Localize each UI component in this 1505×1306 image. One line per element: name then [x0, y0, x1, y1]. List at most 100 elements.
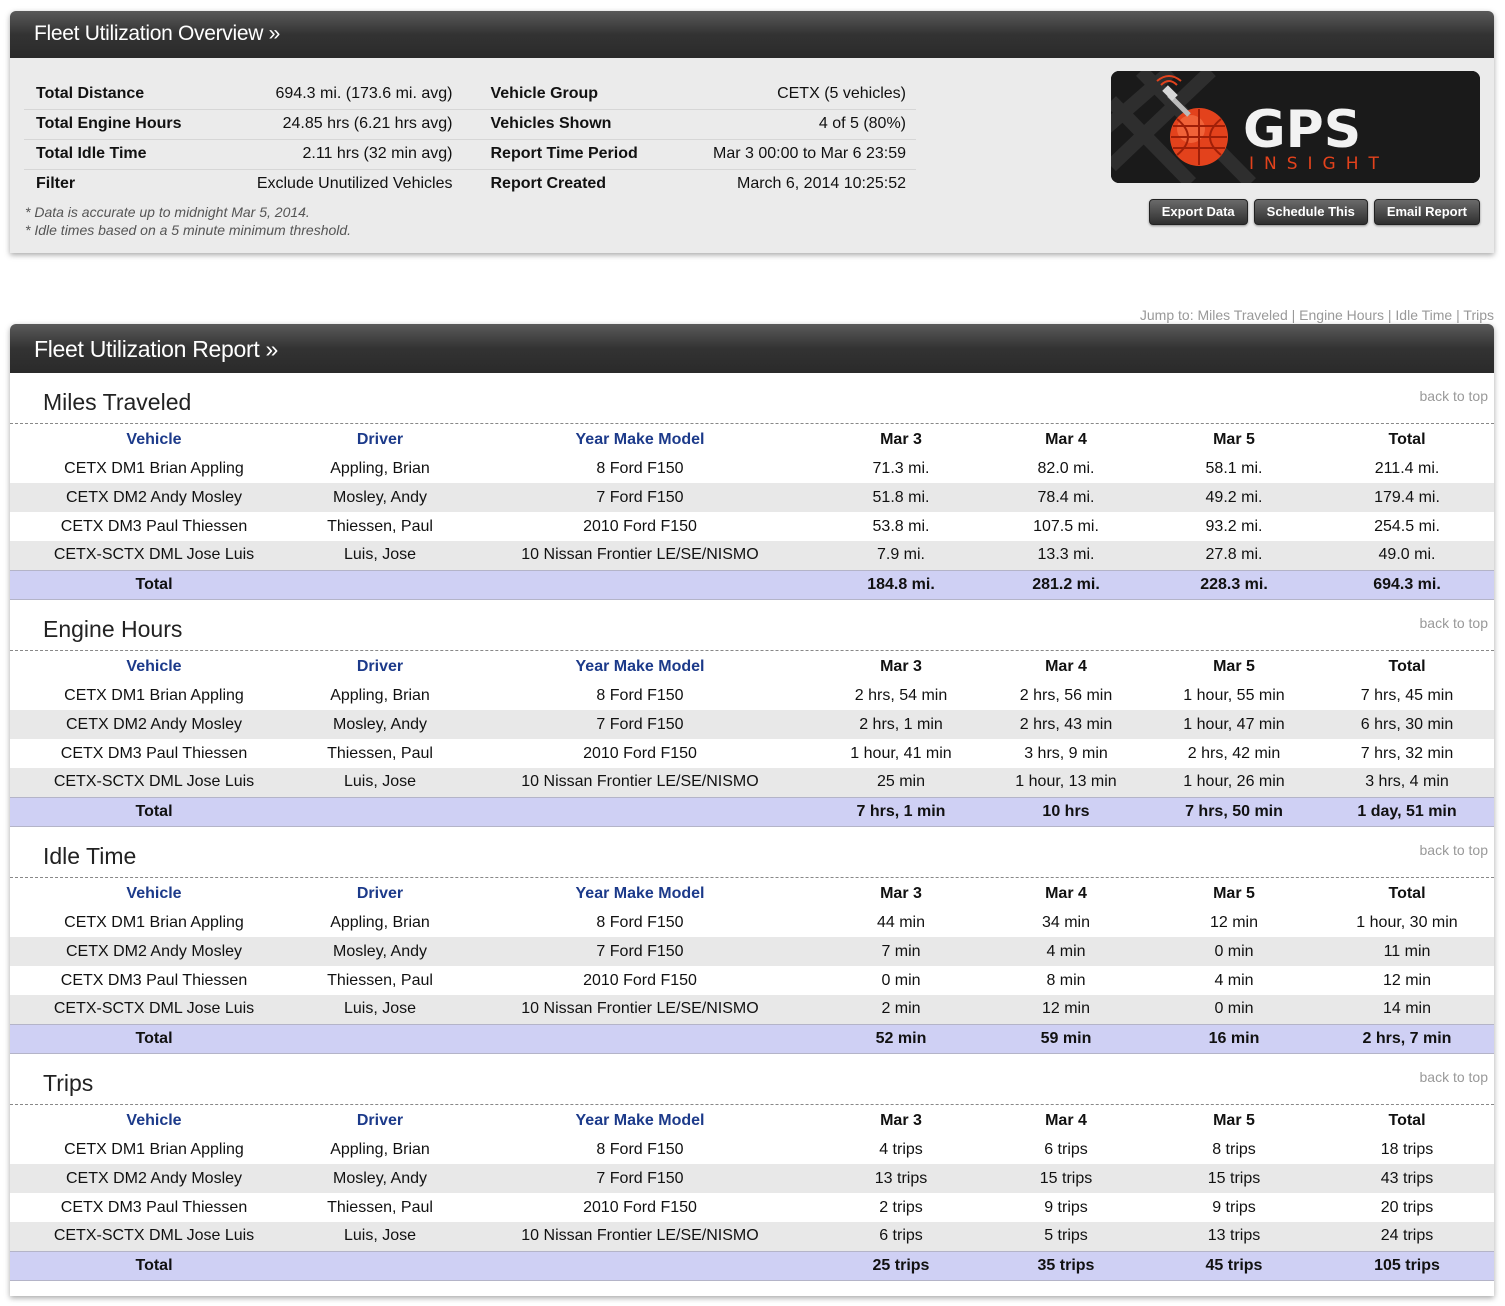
cell-vehicle: CETX-SCTX DML Jose Luis	[10, 995, 298, 1024]
stats-row: Total Idle Time 2.11 hrs (32 min avg) Repo…	[24, 139, 916, 170]
cell-model: 7 Ford F150	[462, 710, 818, 739]
table-row: CETX DM2 Andy Mosley Mosley, Andy 7 Ford F…	[10, 1164, 1494, 1193]
table-row: CETX DM1 Brian Appling Appling, Brian 8 Fo…	[10, 908, 1494, 937]
column-header: Mar 4	[1045, 430, 1087, 448]
column-header: Mar 3	[880, 1111, 922, 1129]
column-header[interactable]: Driver	[298, 425, 462, 454]
cell-value: 12 min	[1148, 908, 1320, 937]
table-row: CETX DM1 Brian Appling Appling, Brian 8 Fo…	[10, 681, 1494, 710]
email-report-button[interactable]: Email Report	[1373, 199, 1480, 225]
total-value: 694.3 mi.	[1320, 569, 1494, 600]
back-to-top-link[interactable]: back to top	[1420, 388, 1489, 404]
cell-model: 7 Ford F150	[462, 937, 818, 966]
column-header: Mar 4	[1045, 1111, 1087, 1129]
table-row: CETX-SCTX DML Jose Luis Luis, Jose 10 Niss…	[10, 541, 1494, 570]
report-section-miles-traveled: Miles Traveled back to top Vehicle Driver Ye…	[10, 373, 1494, 600]
cell-value: 9 trips	[984, 1193, 1148, 1222]
stats-row: Total Distance 694.3 mi. (173.6 mi. avg) V…	[24, 79, 916, 110]
total-label: Total	[10, 1250, 298, 1281]
jump-link-miles-traveled[interactable]: Miles Traveled	[1197, 307, 1287, 323]
column-header[interactable]: Year Make Model	[462, 652, 818, 681]
cell-value: 15 trips	[1148, 1164, 1320, 1193]
column-header[interactable]: Year Make Model	[462, 879, 818, 908]
cell-value: 13 trips	[818, 1164, 984, 1193]
total-value: 2 hrs, 7 min	[1320, 1023, 1494, 1054]
total-value: 281.2 mi.	[984, 569, 1148, 600]
stat-label: Filter	[36, 175, 76, 193]
stat-gap	[462, 169, 478, 199]
stat-label: Total Idle Time	[24, 139, 209, 170]
jump-link-engine-hours[interactable]: Engine Hours	[1299, 307, 1384, 323]
stat-gap	[462, 139, 479, 170]
total-empty	[298, 569, 462, 600]
stat-label: Report Created	[490, 175, 607, 193]
column-header: Total	[1388, 657, 1426, 675]
export-data-button[interactable]: Export Data	[1148, 199, 1248, 225]
column-header[interactable]: Driver	[298, 879, 462, 908]
cell-model: 2010 Ford F150	[462, 739, 818, 768]
back-to-top-link[interactable]: back to top	[1420, 615, 1489, 631]
stat-value: Exclude Unutilized Vehicles	[256, 175, 453, 193]
back-to-top-link[interactable]: back to top	[1420, 842, 1489, 858]
report-section-trips: Trips back to top Vehicle Driver Year Make M…	[10, 1054, 1494, 1281]
column-header[interactable]: Driver	[298, 1106, 462, 1135]
cell-value: 107.5 mi.	[984, 512, 1148, 541]
column-header: Mar 4	[1045, 657, 1087, 675]
cell-vehicle: CETX DM1 Brian Appling	[10, 908, 298, 937]
overview-actions: Export Data Schedule This Email Report	[1148, 199, 1480, 225]
cell-value: 15 trips	[984, 1164, 1148, 1193]
table-header-row: Vehicle Driver Year Make Model Mar 3 Mar 4 Ma…	[10, 1106, 1494, 1135]
cell-value: 13 trips	[1148, 1222, 1320, 1251]
column-header[interactable]: Vehicle	[10, 1106, 298, 1135]
cell-value: 49.2 mi.	[1148, 483, 1320, 512]
cell-value: 211.4 mi.	[1320, 454, 1494, 483]
jump-label: Jump to:	[1139, 307, 1194, 323]
stat-label: Report Time Period	[478, 139, 665, 170]
cell-value: 2 hrs, 54 min	[818, 681, 984, 710]
cell-vehicle: CETX-SCTX DML Jose Luis	[10, 1222, 298, 1251]
cell-value: 1 hour, 41 min	[818, 739, 984, 768]
cell-vehicle: CETX-SCTX DML Jose Luis	[10, 541, 298, 570]
logo-word: GPS	[1243, 100, 1361, 160]
total-value: 228.3 mi.	[1148, 569, 1320, 600]
cell-driver: Thiessen, Paul	[298, 966, 462, 995]
cell-value: 4 trips	[818, 1135, 984, 1164]
cell-value: 2 hrs, 43 min	[984, 710, 1148, 739]
cell-vehicle: CETX DM3 Paul Thiessen	[10, 966, 298, 995]
section-table: Vehicle Driver Year Make Model Mar 3 Mar 4 Ma…	[10, 1106, 1494, 1281]
column-header[interactable]: Vehicle	[10, 879, 298, 908]
cell-value: 7 min	[818, 937, 984, 966]
cell-model: 8 Ford F150	[462, 1135, 818, 1164]
column-header[interactable]: Vehicle	[10, 425, 298, 454]
total-row: Total 184.8 mi. 281.2 mi. 228.3 mi. 694.3 mi…	[10, 569, 1494, 600]
stat-value: CETX (5 vehicles)	[664, 79, 916, 110]
total-label: Total	[10, 569, 298, 600]
jump-link-idle-time[interactable]: Idle Time	[1395, 307, 1452, 323]
back-to-top-link[interactable]: back to top	[1420, 1069, 1489, 1085]
stat-label: Total Distance	[24, 79, 209, 110]
cell-value: 1 hour, 13 min	[984, 768, 1148, 797]
column-header[interactable]: Year Make Model	[462, 425, 818, 454]
total-value: 59 min	[984, 1023, 1148, 1054]
stat-label: Total Engine Hours	[24, 109, 209, 140]
jump-link-trips[interactable]: Trips	[1463, 307, 1494, 323]
column-header[interactable]: Vehicle	[10, 652, 298, 681]
total-value: 52 min	[818, 1023, 984, 1054]
cell-value: 2 trips	[818, 1193, 984, 1222]
column-header[interactable]: Year Make Model	[462, 1106, 818, 1135]
report-section-idle-time: Idle Time back to top Vehicle Driver Year Ma…	[10, 827, 1494, 1054]
stats-row: Filter Exclude Unutilized Vehicles Report …	[24, 169, 916, 199]
column-header[interactable]: Driver	[298, 652, 462, 681]
stat-gap	[462, 79, 479, 110]
cell-vehicle: CETX DM2 Andy Mosley	[10, 710, 298, 739]
gps-insight-logo: GPS INSIGHT	[1111, 71, 1480, 183]
total-value: 1 day, 51 min	[1320, 796, 1494, 827]
cell-driver: Luis, Jose	[298, 541, 462, 570]
cell-value: 6 trips	[984, 1135, 1148, 1164]
schedule-this-button[interactable]: Schedule This	[1253, 199, 1368, 225]
cell-vehicle: CETX DM2 Andy Mosley	[10, 1164, 298, 1193]
cell-value: 3 hrs, 9 min	[984, 739, 1148, 768]
cell-value: 13.3 mi.	[984, 541, 1148, 570]
cell-driver: Luis, Jose	[298, 768, 462, 797]
cell-driver: Appling, Brian	[298, 681, 462, 710]
